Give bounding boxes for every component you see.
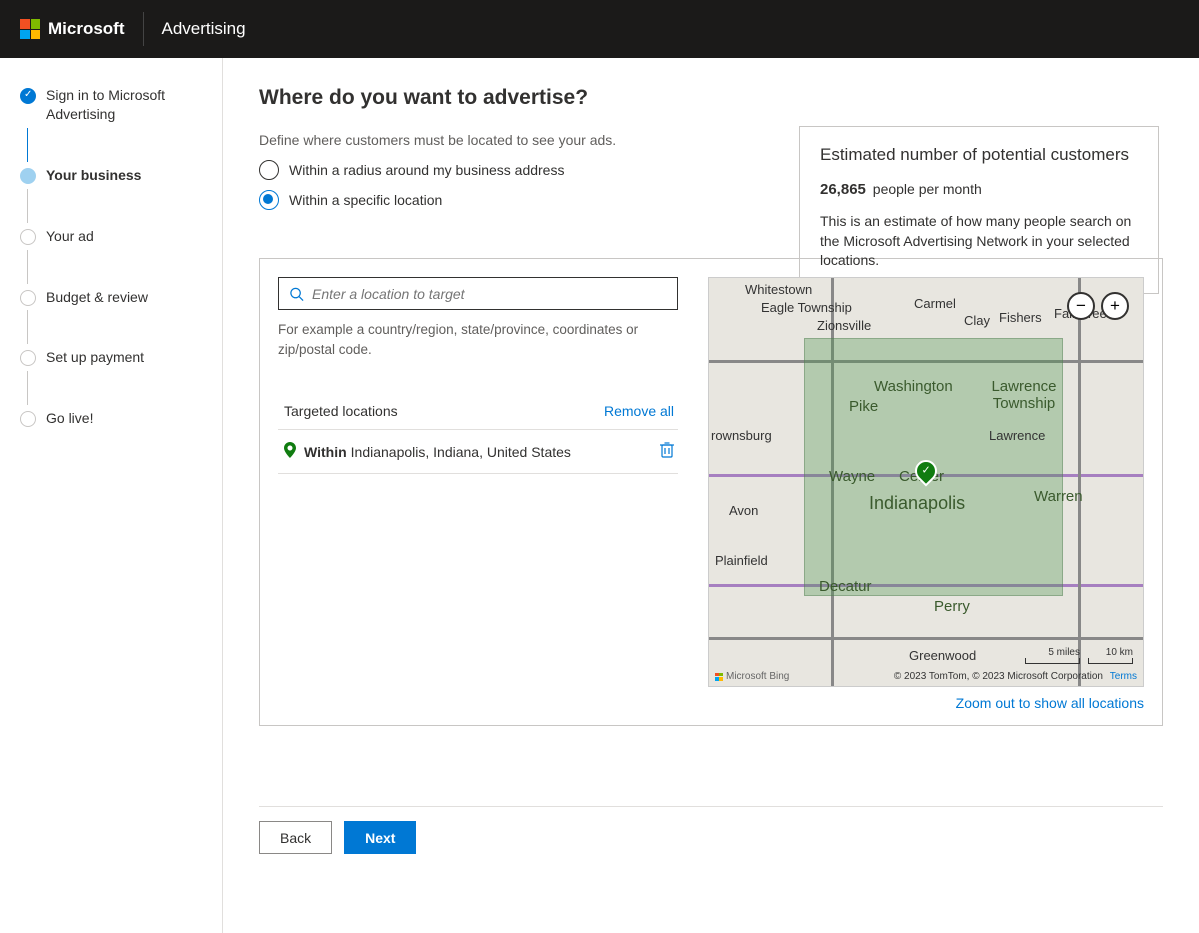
connector bbox=[27, 310, 28, 344]
map-provider-label: Microsoft Bing bbox=[715, 671, 789, 682]
check-icon bbox=[20, 88, 36, 104]
map-terms-link[interactable]: Terms bbox=[1110, 671, 1137, 682]
map-label: Lawrence bbox=[989, 428, 1045, 443]
map[interactable]: Whitestown Eagle Township Zionsville Car… bbox=[708, 277, 1144, 687]
future-step-icon bbox=[20, 350, 36, 366]
targeted-location-row: Within Indianapolis, Indiana, United Sta… bbox=[278, 430, 678, 474]
location-panel: For example a country/region, state/prov… bbox=[259, 258, 1163, 726]
current-step-icon bbox=[20, 168, 36, 184]
radio-radius-label: Within a radius around my business addre… bbox=[289, 162, 564, 178]
future-step-icon bbox=[20, 229, 36, 245]
future-step-icon bbox=[20, 411, 36, 427]
radio-icon bbox=[259, 160, 279, 180]
map-label: Pike bbox=[849, 398, 878, 415]
step-your-business[interactable]: Your business bbox=[20, 166, 222, 185]
step-budget-review[interactable]: Budget & review bbox=[20, 288, 222, 307]
search-example-text: For example a country/region, state/prov… bbox=[278, 320, 678, 359]
microsoft-logo-icon bbox=[20, 19, 40, 39]
step-your-ad[interactable]: Your ad bbox=[20, 227, 222, 246]
map-label: Greenwood bbox=[909, 648, 976, 663]
footer-actions: Back Next bbox=[259, 806, 1163, 854]
map-label-indianapolis: Indianapolis bbox=[869, 493, 965, 514]
map-label: Wayne bbox=[829, 468, 875, 485]
map-label: Whitestown bbox=[745, 282, 812, 297]
step-set-up-payment[interactable]: Set up payment bbox=[20, 348, 222, 367]
brand-label: Microsoft bbox=[48, 19, 125, 39]
estimate-description: This is an estimate of how many people s… bbox=[820, 212, 1138, 271]
connector bbox=[27, 250, 28, 284]
connector bbox=[27, 371, 28, 405]
connector bbox=[27, 189, 28, 223]
remove-all-link[interactable]: Remove all bbox=[604, 403, 674, 419]
delete-location-button[interactable] bbox=[660, 442, 674, 461]
location-prefix: Within bbox=[304, 444, 347, 460]
estimate-panel: Estimated number of potential customers … bbox=[799, 126, 1159, 294]
map-label: Fishers bbox=[999, 310, 1042, 325]
future-step-icon bbox=[20, 290, 36, 306]
map-label: Perry bbox=[934, 598, 970, 615]
map-label: Carmel bbox=[914, 296, 956, 311]
map-label: Zionsville bbox=[817, 318, 871, 333]
back-button[interactable]: Back bbox=[259, 821, 332, 854]
location-search-input[interactable] bbox=[312, 286, 667, 302]
zoom-out-all-link[interactable]: Zoom out to show all locations bbox=[708, 695, 1144, 711]
next-button[interactable]: Next bbox=[344, 821, 416, 854]
step-go-live[interactable]: Go live! bbox=[20, 409, 222, 428]
page-title: Where do you want to advertise? bbox=[259, 86, 1163, 110]
zoom-out-button[interactable]: − bbox=[1067, 292, 1095, 320]
map-label: Eagle Township bbox=[761, 300, 852, 315]
header-bar: Microsoft Advertising bbox=[0, 0, 1199, 58]
estimate-title: Estimated number of potential customers bbox=[820, 145, 1138, 165]
map-label: Washington bbox=[874, 378, 953, 395]
estimate-count: 26,865 bbox=[820, 181, 866, 198]
trash-icon bbox=[660, 442, 674, 458]
location-search-box[interactable] bbox=[278, 277, 678, 310]
connector bbox=[27, 128, 28, 162]
product-label: Advertising bbox=[162, 19, 246, 39]
estimate-unit: people per month bbox=[873, 181, 982, 197]
search-icon bbox=[289, 286, 304, 302]
map-label: Warren bbox=[1034, 488, 1083, 505]
map-label: Lawrence Township bbox=[984, 378, 1064, 412]
main-content: Where do you want to advertise? Define w… bbox=[223, 58, 1199, 933]
map-scale: 5 miles 10 km bbox=[1025, 647, 1133, 664]
map-label: rownsburg bbox=[711, 428, 772, 443]
radio-icon bbox=[259, 190, 279, 210]
map-label: Decatur bbox=[819, 578, 872, 595]
map-label: Plainfield bbox=[715, 553, 768, 568]
step-sign-in[interactable]: Sign in to Microsoft Advertising bbox=[20, 86, 222, 124]
location-text: Indianapolis, Indiana, United States bbox=[351, 444, 571, 460]
radio-specific-label: Within a specific location bbox=[289, 192, 442, 208]
targeted-heading: Targeted locations bbox=[284, 403, 398, 419]
map-label: Avon bbox=[729, 503, 758, 518]
zoom-in-button[interactable]: + bbox=[1101, 292, 1129, 320]
map-attribution: © 2023 TomTom, © 2023 Microsoft Corporat… bbox=[894, 671, 1137, 682]
pin-icon bbox=[284, 442, 296, 461]
map-label: Clay bbox=[964, 313, 990, 328]
sidebar: Sign in to Microsoft Advertising Your bu… bbox=[0, 58, 223, 933]
header-divider bbox=[143, 12, 144, 46]
